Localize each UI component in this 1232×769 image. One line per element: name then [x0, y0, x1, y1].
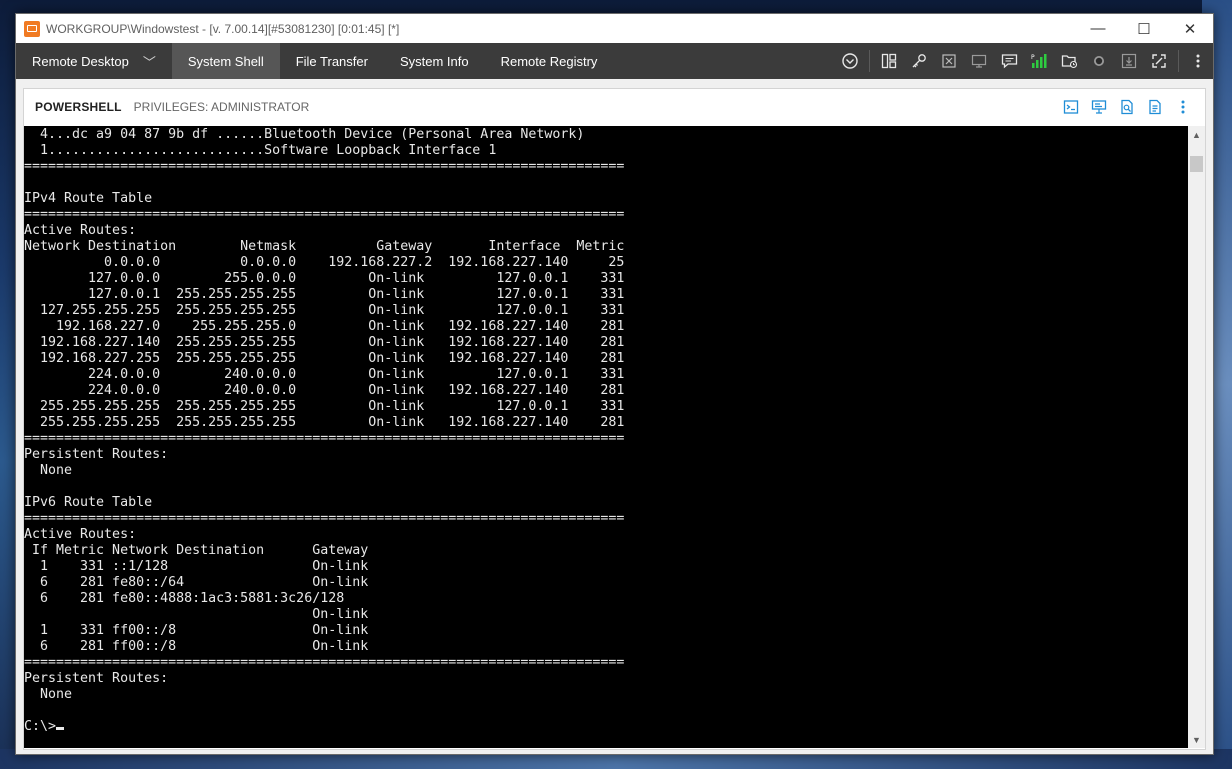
more-vertical-icon[interactable] — [1183, 43, 1213, 79]
window-controls: — ☐ ✕ — [1075, 14, 1213, 43]
console-lines: 4...dc a9 04 87 9b df ......Bluetooth De… — [24, 127, 624, 702]
session-nav-bar: Remote Desktop ﹀ System Shell File Trans… — [16, 43, 1213, 79]
shell-actions — [1057, 89, 1197, 125]
tab-label: System Info — [399, 53, 469, 69]
vertical-scrollbar[interactable]: ▲ ▼ — [1188, 126, 1205, 748]
console-text: 4...dc a9 04 87 9b df ......Bluetooth De… — [24, 126, 1189, 735]
console-line: 127.0.0.1 255.255.255.255 On-link 127.0.… — [88, 287, 625, 302]
shell-header: POWERSHELL PRIVILEGES: ADMINISTRATOR — [24, 89, 1205, 125]
monitor-icon[interactable] — [964, 43, 994, 79]
folder-clock-icon[interactable] — [1054, 43, 1084, 79]
search-document-icon[interactable] — [1113, 89, 1141, 125]
console-line: 255.255.255.255 255.255.255.255 On-link … — [40, 399, 625, 414]
text-cursor — [56, 727, 65, 730]
presentation-icon[interactable] — [1085, 89, 1113, 125]
toolbar-icons: P — [835, 43, 1213, 79]
tab-label: File Transfer — [295, 53, 368, 69]
console-line: 6 281 ff00::/8 On-link — [40, 639, 369, 654]
chevron-down-icon[interactable]: ﹀ — [143, 52, 156, 71]
tab-system-info[interactable]: System Info — [384, 43, 485, 79]
console-line: 127.255.255.255 255.255.255.255 On-link … — [40, 303, 625, 318]
console-line: 192.168.227.140 255.255.255.255 On-link … — [40, 335, 625, 350]
console-line: 1 331 ::1/128 On-link — [40, 559, 369, 574]
console-line: ========================================… — [24, 655, 625, 670]
expand-icon[interactable] — [1144, 43, 1174, 79]
console-line: 255.255.255.255 255.255.255.255 On-link … — [40, 415, 625, 430]
console-line: ========================================… — [24, 207, 625, 222]
command-prompt: C:\> — [24, 719, 57, 734]
record-icon[interactable] — [1084, 43, 1114, 79]
console-line: Persistent Routes: — [24, 447, 169, 462]
tab-remote-registry[interactable]: Remote Registry — [485, 43, 614, 79]
fullscreen-frame-icon[interactable] — [934, 43, 964, 79]
scroll-down-arrow[interactable]: ▼ — [1188, 731, 1205, 748]
console-line: Persistent Routes: — [24, 671, 169, 686]
tab-label: System Shell — [187, 53, 264, 69]
app-icon — [24, 20, 40, 37]
more-vertical-icon[interactable] — [1169, 89, 1197, 125]
window-title: WORKGROUP\Windowstest - [v. 7.00.14][#53… — [46, 21, 400, 36]
tab-label: Remote Desktop — [32, 53, 129, 69]
console-line: Active Routes: — [24, 527, 137, 542]
toolbar-divider — [869, 50, 870, 72]
layout-icon[interactable] — [874, 43, 904, 79]
close-button[interactable]: ✕ — [1167, 14, 1213, 43]
console-line: 4...dc a9 04 87 9b df ......Bluetooth De… — [40, 127, 585, 142]
console-line: 224.0.0.0 240.0.0.0 On-link 127.0.0.1 33… — [88, 367, 625, 382]
tab-label: Remote Registry — [500, 53, 598, 69]
console-output[interactable]: 4...dc a9 04 87 9b df ......Bluetooth De… — [24, 126, 1189, 748]
scroll-up-arrow[interactable]: ▲ — [1188, 126, 1205, 143]
svg-text:P: P — [1031, 54, 1035, 61]
console-line: Network Destination Netmask Gateway Inte… — [24, 239, 625, 254]
download-icon[interactable] — [1114, 43, 1144, 79]
minimize-button[interactable]: — — [1075, 14, 1121, 43]
tab-remote-desktop[interactable]: Remote Desktop ﹀ — [16, 43, 172, 79]
console-line: IPv4 Route Table — [24, 191, 153, 206]
terminal-icon[interactable] — [1057, 89, 1085, 125]
title-bar[interactable]: WORKGROUP\Windowstest - [v. 7.00.14][#53… — [16, 14, 1213, 43]
console-line: Active Routes: — [24, 223, 137, 238]
remote-session-window: WORKGROUP\Windowstest - [v. 7.00.14][#53… — [15, 13, 1214, 755]
signal-strength-icon[interactable]: P — [1024, 43, 1054, 79]
console-line: 1 331 ff00::/8 On-link — [40, 623, 369, 638]
tab-file-transfer[interactable]: File Transfer — [280, 43, 384, 79]
toolbar-divider — [1178, 50, 1179, 72]
console-line: 6 281 fe80::4888:1ac3:5881:3c26/128 — [40, 591, 345, 606]
console-line: ========================================… — [24, 431, 625, 446]
console-line: 6 281 fe80::/64 On-link — [40, 575, 369, 590]
chat-icon[interactable] — [994, 43, 1024, 79]
console-line: IPv6 Route Table — [24, 495, 153, 510]
circle-chevron-down-icon[interactable] — [835, 43, 865, 79]
console-line: ========================================… — [24, 159, 625, 174]
console-line: 192.168.227.255 255.255.255.255 On-link … — [40, 351, 625, 366]
privileges-label: PRIVILEGES: ADMINISTRATOR — [133, 100, 310, 114]
console-line: 0.0.0.0 0.0.0.0 192.168.227.2 192.168.22… — [104, 255, 625, 270]
console-line: 127.0.0.0 255.0.0.0 On-link 127.0.0.1 33… — [88, 271, 625, 286]
scrollbar-thumb[interactable] — [1190, 156, 1203, 172]
shell-panel: POWERSHELL PRIVILEGES: ADMINISTRATOR 4..… — [23, 88, 1206, 750]
console-line: 1...........................Software Loo… — [40, 143, 497, 158]
key-icon[interactable] — [904, 43, 934, 79]
console-line: None — [40, 687, 73, 702]
console-line: ========================================… — [24, 511, 625, 526]
console-line: 224.0.0.0 240.0.0.0 On-link 192.168.227.… — [88, 383, 625, 398]
log-document-icon[interactable] — [1141, 89, 1169, 125]
shell-type-label: POWERSHELL — [35, 100, 122, 114]
maximize-button[interactable]: ☐ — [1121, 14, 1167, 43]
console-line: On-link — [312, 607, 369, 622]
console-line: None — [40, 463, 73, 478]
console-line: 192.168.227.0 255.255.255.0 On-link 192.… — [56, 319, 625, 334]
tab-system-shell[interactable]: System Shell — [171, 43, 280, 79]
console-line: If Metric Network Destination Gateway — [32, 543, 369, 558]
